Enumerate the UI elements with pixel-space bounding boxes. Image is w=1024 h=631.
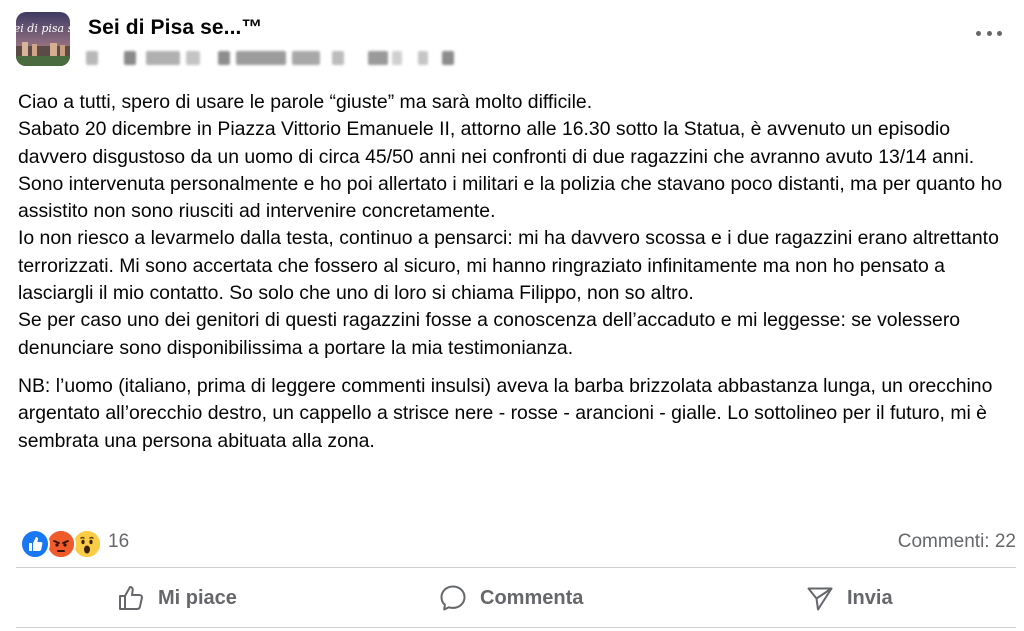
post-stats: 16 Commenti: 22 [16, 527, 1016, 559]
comments-count[interactable]: Commenti: 22 [898, 531, 1016, 553]
thumbs-up-icon [119, 586, 143, 610]
more-dot-icon [986, 30, 992, 36]
divider [16, 627, 1016, 628]
more-options-button[interactable] [976, 26, 1002, 40]
group-name[interactable]: Sei di Pisa se...™ [88, 16, 263, 40]
send-icon [807, 587, 833, 611]
more-dot-icon [976, 30, 981, 36]
comment-bubble-icon [440, 585, 466, 611]
post-body: Ciao a tutti, spero di usare le parole “… [18, 89, 1018, 455]
like-button-label: Mi piace [158, 586, 237, 609]
group-avatar[interactable]: Sei di pisa se [16, 12, 70, 66]
avatar-logo-text: Sei di pisa se [16, 22, 70, 35]
post-paragraph: Sono intervenuta personalmente e ho poi … [18, 172, 1003, 223]
reaction-count[interactable]: 16 [108, 531, 129, 553]
like-reaction-icon [20, 529, 50, 559]
post-paragraph: Sabato 20 dicembre in Piazza Vittorio Em… [18, 118, 975, 168]
wow-reaction-icon [72, 529, 102, 559]
comment-button-label: Commenta [480, 586, 584, 609]
share-button-label: Invia [847, 586, 893, 609]
like-button[interactable]: Mi piace [116, 569, 237, 627]
share-button[interactable]: Invia [805, 569, 893, 627]
comment-button[interactable]: Commenta [438, 569, 583, 627]
post-meta-redacted [86, 49, 466, 67]
angry-reaction-icon [46, 529, 76, 559]
divider [16, 567, 1016, 568]
post-paragraph: Io non riesco a levarmelo dalla testa, c… [18, 227, 999, 305]
post-paragraph: Ciao a tutti, spero di usare le parole “… [18, 91, 593, 113]
more-dot-icon [997, 30, 1002, 36]
action-bar: Mi piace Commenta Invia [16, 569, 1016, 627]
post-note: NB: l’uomo (italiano, prima di leggere c… [18, 374, 993, 452]
post-header: Sei di pisa se Sei di Pisa se...™ [0, 0, 1024, 80]
post-paragraph: Se per caso uno dei genitori di questi r… [18, 309, 961, 359]
